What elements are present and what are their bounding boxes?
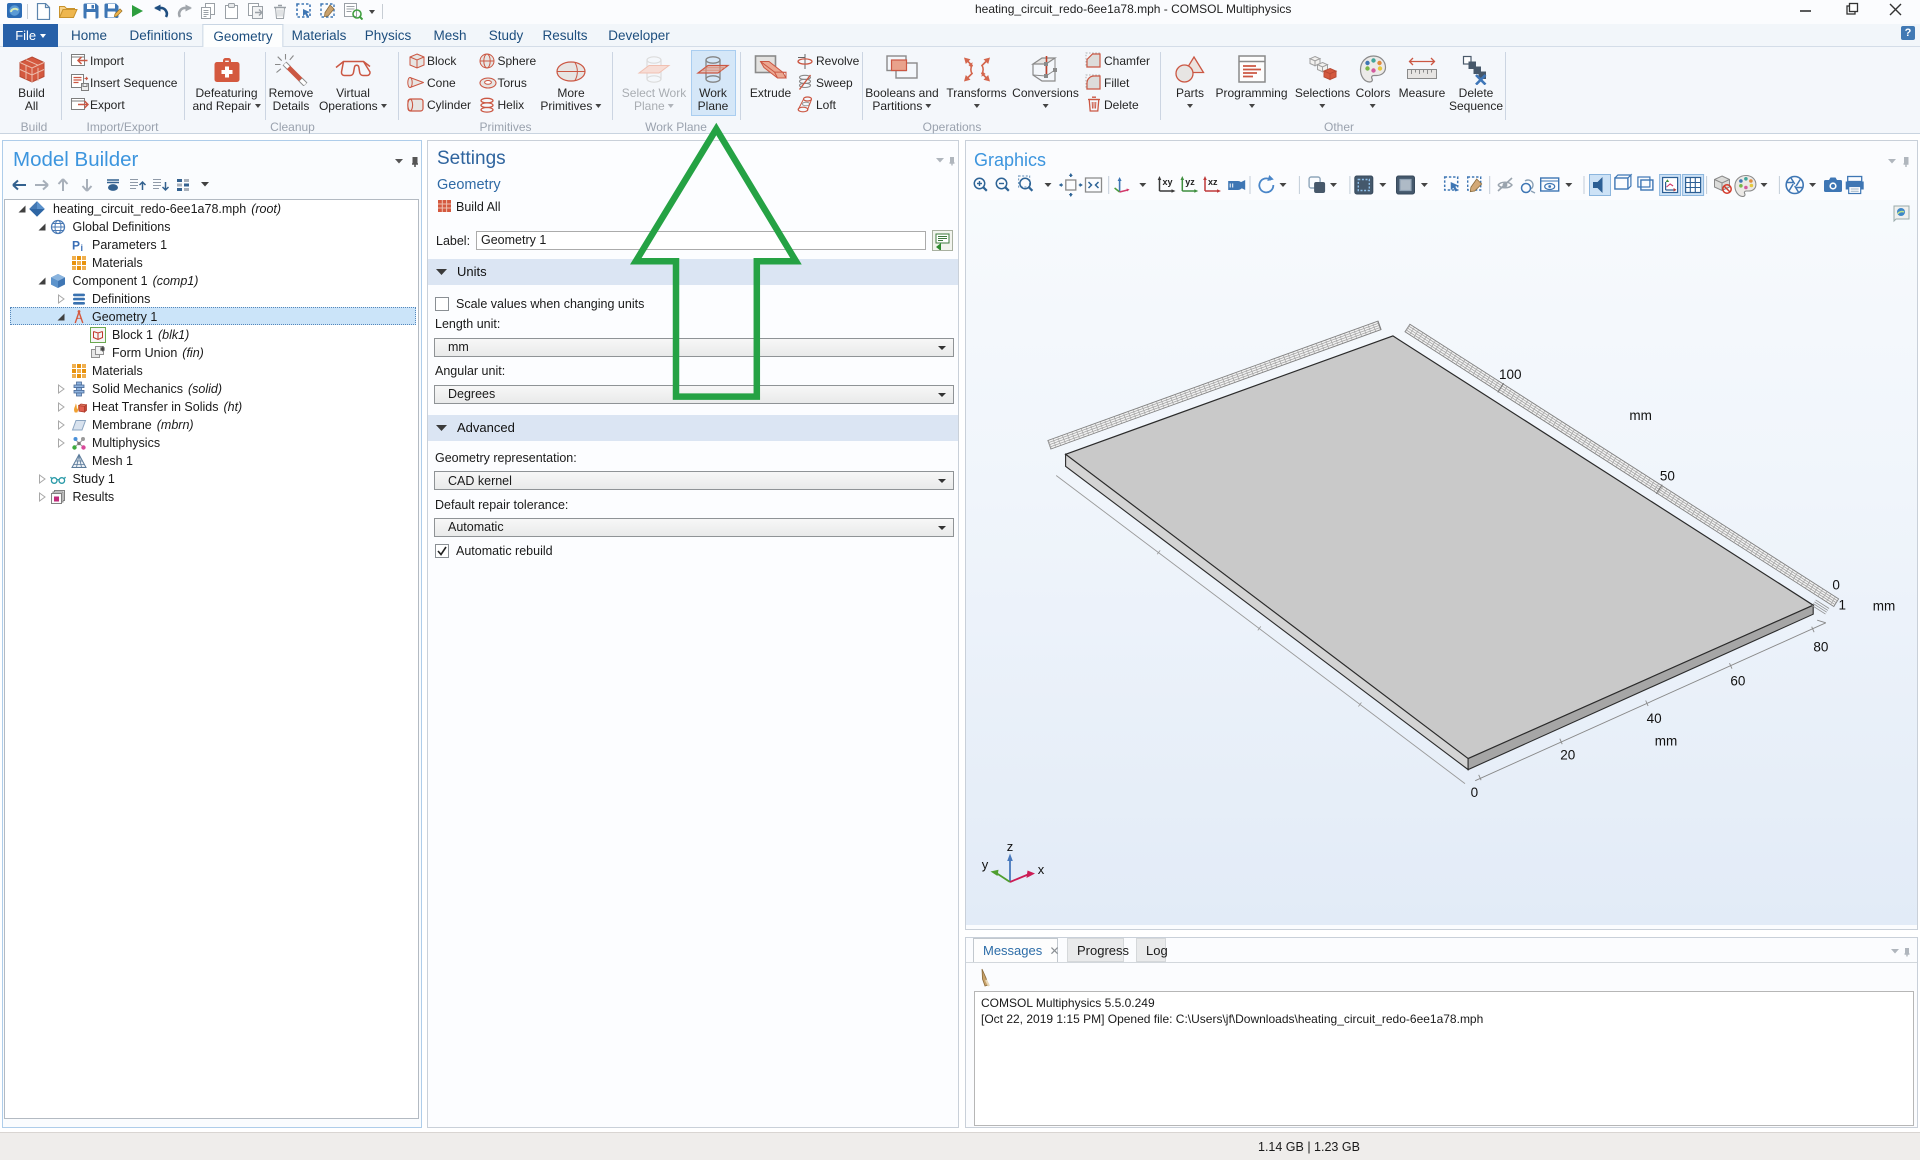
svg-text:P: P (72, 239, 80, 253)
svg-text:x: x (1038, 862, 1045, 877)
svg-text:mm: mm (1873, 599, 1896, 614)
svg-text:y: y (982, 857, 989, 872)
svg-text:mm: mm (1655, 733, 1678, 748)
svg-text:20: 20 (1560, 748, 1575, 763)
svg-text:yz: yz (1185, 177, 1195, 187)
svg-text:mm: mm (1629, 408, 1652, 423)
svg-text:80: 80 (1813, 639, 1828, 654)
svg-text:0: 0 (1832, 578, 1840, 593)
svg-text:100: 100 (1499, 367, 1522, 382)
svg-text:0: 0 (1471, 785, 1479, 800)
svg-text:1: 1 (1839, 597, 1847, 612)
svg-text:50: 50 (1660, 468, 1675, 483)
svg-text:60: 60 (1730, 674, 1745, 689)
svg-text:i: i (81, 243, 84, 253)
svg-text:xy: xy (1163, 177, 1173, 187)
svg-text:xz: xz (1208, 177, 1218, 187)
svg-text:z: z (1007, 839, 1014, 854)
svg-text:40: 40 (1647, 711, 1662, 726)
